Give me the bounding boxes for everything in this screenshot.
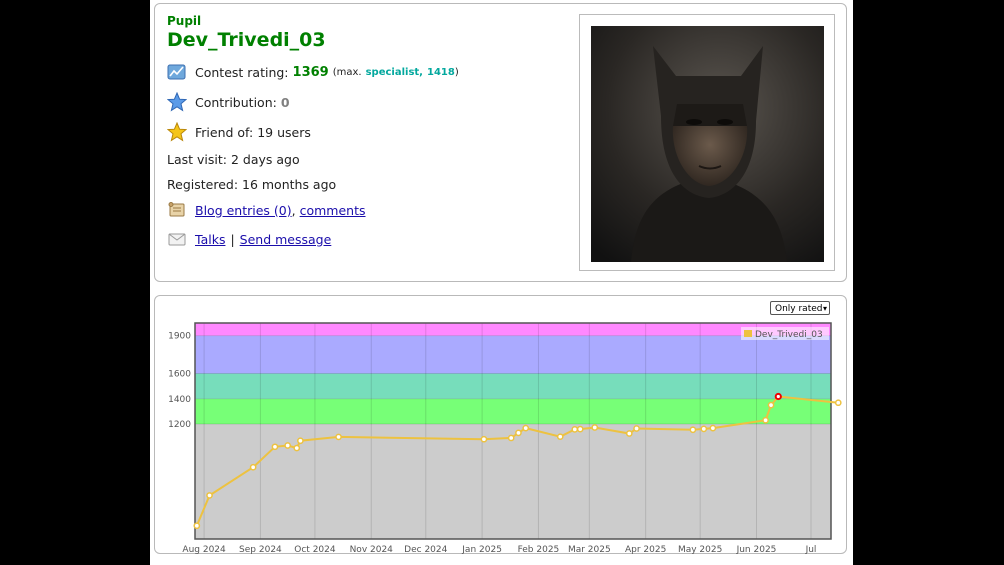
- rating-band-1: [195, 398, 831, 425]
- rating-point: [762, 416, 769, 424]
- rating-point: [522, 424, 530, 432]
- contribution-label: Contribution:: [195, 94, 277, 110]
- rating-point: [193, 522, 201, 530]
- rating-point: [591, 424, 599, 431]
- rating-chart: 1200 1400 1600 1900 Aug 2024 Sep 2024 Oct 202…: [168, 322, 842, 555]
- rating-point: [709, 424, 717, 432]
- rating-point: [767, 401, 775, 409]
- x-tick-label: Feb 2025: [518, 545, 560, 555]
- contest-rating-value: 1369: [292, 64, 329, 80]
- friend-star-icon: [166, 121, 188, 142]
- contribution-star-icon: [166, 91, 188, 112]
- contribution-row: Contribution: 0: [166, 91, 290, 112]
- rating-point: [249, 463, 257, 471]
- x-tick-label: Jun 2025: [736, 545, 777, 555]
- rating-band-0: [195, 424, 831, 539]
- link-separator: |: [230, 231, 235, 247]
- friend-of-text: Friend of: 19 users: [195, 124, 311, 140]
- talks-link[interactable]: Talks: [195, 232, 225, 247]
- rating-point: [556, 433, 564, 441]
- y-tick-label: 1200: [168, 420, 191, 430]
- page: Pupil Dev_Trivedi_03 Contest rating: 136…: [150, 0, 853, 565]
- user-rank: Pupil: [167, 14, 202, 28]
- rating-point: [576, 425, 584, 433]
- last-visit: Last visit: 2 days ago: [167, 152, 300, 167]
- comments-link[interactable]: comments: [300, 203, 366, 218]
- x-tick-label: Sep 2024: [239, 545, 282, 555]
- rating-point: [834, 399, 842, 407]
- user-handle[interactable]: Dev_Trivedi_03: [167, 29, 326, 51]
- x-tick-label: Jul2025: [800, 545, 823, 555]
- rating-point: [507, 434, 515, 442]
- y-tick-label: 1400: [168, 395, 191, 405]
- contribution-value: 0: [280, 94, 290, 110]
- x-tick-label: Jan 2025: [461, 545, 502, 555]
- max-rank: specialist,: [365, 66, 423, 78]
- rating-band-3: [195, 335, 831, 374]
- legend-swatch: [744, 330, 752, 337]
- talks-row: Talks | Send message: [167, 229, 331, 249]
- max-rating-open: (max.: [332, 66, 362, 78]
- rating-point: [571, 426, 579, 433]
- profile-card: Pupil Dev_Trivedi_03 Contest rating: 136…: [154, 3, 847, 282]
- rating-band-4: [195, 323, 831, 336]
- blog-comma: ,: [291, 202, 296, 218]
- x-tick-label: Aug 2024: [182, 545, 226, 555]
- blog-entries-link[interactable]: Blog entries (0): [195, 203, 292, 218]
- x-tick-label: May 2025: [678, 545, 722, 555]
- y-tick-label: 1600: [168, 370, 191, 380]
- rating-point: [700, 425, 708, 433]
- rating-chart-icon: [167, 62, 187, 82]
- rating-graph-card: Only rated ▾ 1200 1400 1600 1900 Aug 2024 Se…: [154, 295, 847, 555]
- contest-rating-row: Contest rating: 1369 (max. specialist, 1…: [167, 62, 459, 82]
- rating-point: [480, 435, 488, 443]
- max-rating: 1418: [426, 66, 455, 78]
- x-tick-label: Oct 2024: [294, 545, 336, 555]
- blog-scroll-icon: [167, 200, 187, 220]
- x-tick-label: Dec 2024: [404, 545, 447, 555]
- contest-rating-label: Contest rating:: [195, 64, 289, 80]
- rating-point: [335, 433, 342, 441]
- rating-point: [206, 492, 213, 499]
- send-message-link[interactable]: Send message: [240, 232, 332, 247]
- rating-point: [293, 444, 301, 452]
- rating-point: [297, 437, 304, 445]
- blog-row: Blog entries (0) , comments: [167, 200, 366, 220]
- friend-row: Friend of: 19 users: [166, 121, 311, 142]
- y-tick-label: 1900: [168, 332, 191, 342]
- x-tick-label: Apr 2025: [625, 545, 666, 555]
- rating-band-2: [195, 373, 831, 399]
- avatar[interactable]: [591, 26, 824, 262]
- rating-point: [774, 392, 782, 401]
- x-tick-label: Nov 2024: [350, 545, 394, 555]
- rating-point: [625, 430, 633, 437]
- rating-point: [271, 443, 279, 451]
- message-envelope-icon: [167, 229, 187, 249]
- max-rating-close: ): [454, 66, 459, 78]
- legend-label: Dev_Trivedi_03: [755, 330, 823, 340]
- rating-point: [515, 429, 522, 437]
- rating-point: [284, 442, 292, 449]
- rating-point: [689, 426, 697, 434]
- avatar-frame: [579, 14, 835, 271]
- x-tick-label: Mar 2025: [568, 545, 611, 555]
- registered: Registered: 16 months ago: [167, 177, 337, 192]
- rating-point: [633, 425, 640, 432]
